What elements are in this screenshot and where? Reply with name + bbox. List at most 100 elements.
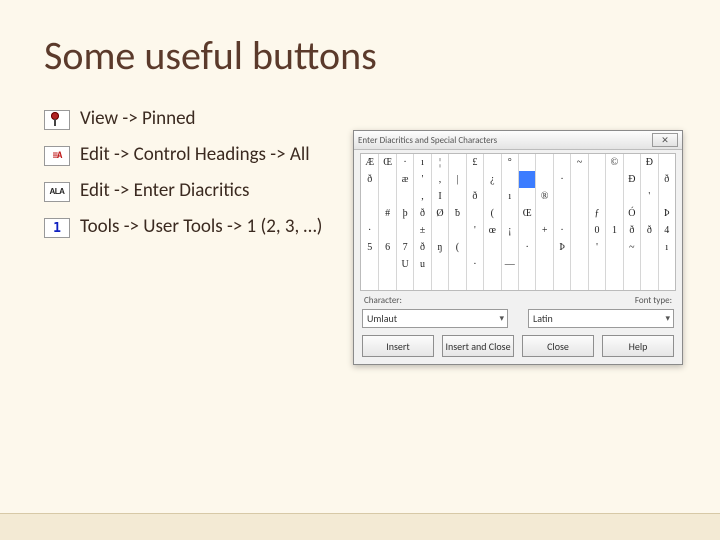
grid-cell[interactable]: ± [413,222,430,239]
grid-cell[interactable] [570,188,587,205]
grid-cell[interactable] [518,222,535,239]
grid-cell[interactable] [448,188,465,205]
grid-cell[interactable]: # [378,205,395,222]
grid-cell[interactable]: © [605,154,622,171]
grid-cell[interactable]: ƀ [448,205,465,222]
grid-cell[interactable] [570,256,587,273]
grid-cell[interactable]: ~ [623,239,640,256]
grid-cell[interactable] [361,205,378,222]
grid-cell[interactable]: ' [413,171,430,188]
grid-cell[interactable] [658,273,675,290]
grid-cell[interactable] [588,256,605,273]
grid-cell[interactable]: ¿ [483,171,500,188]
grid-cell[interactable]: Đ [640,154,657,171]
grid-cell[interactable] [501,171,518,188]
grid-cell[interactable]: ŋ [431,239,448,256]
grid-cell[interactable] [535,256,552,273]
grid-cell[interactable]: ð [361,171,378,188]
grid-cell[interactable] [466,171,483,188]
grid-cell[interactable]: 0 [588,222,605,239]
grid-cell[interactable]: , [413,188,430,205]
grid-cell[interactable] [501,239,518,256]
grid-cell[interactable]: ® [535,188,552,205]
grid-cell[interactable]: — [501,256,518,273]
grid-cell[interactable]: Ó [623,205,640,222]
grid-cell[interactable] [378,273,395,290]
grid-cell[interactable]: œ [483,222,500,239]
grid-cell[interactable] [570,205,587,222]
grid-cell[interactable]: Œ [378,154,395,171]
grid-cell[interactable] [553,188,570,205]
grid-cell[interactable] [518,188,535,205]
grid-cell[interactable] [605,273,622,290]
grid-cell[interactable] [553,154,570,171]
grid-cell[interactable]: ı [413,154,430,171]
grid-cell[interactable] [501,273,518,290]
grid-cell[interactable] [466,273,483,290]
grid-cell[interactable] [605,171,622,188]
grid-cell[interactable]: ð [658,171,675,188]
grid-cell[interactable] [658,256,675,273]
grid-cell[interactable]: £ [466,154,483,171]
grid-cell[interactable] [605,239,622,256]
grid-cell[interactable] [623,154,640,171]
grid-cell[interactable] [378,188,395,205]
grid-cell[interactable] [361,256,378,273]
grid-cell[interactable]: ' [588,239,605,256]
font-type-dropdown[interactable]: Latin [528,309,674,328]
grid-cell[interactable] [448,154,465,171]
grid-cell[interactable]: ð [413,239,430,256]
grid-cell[interactable] [605,256,622,273]
grid-cell[interactable]: ð [640,222,657,239]
grid-cell[interactable]: · [553,222,570,239]
grid-cell[interactable] [535,154,552,171]
grid-cell[interactable] [640,205,657,222]
grid-cell[interactable]: · [466,256,483,273]
grid-cell[interactable] [553,273,570,290]
grid-cell[interactable] [570,273,587,290]
grid-cell[interactable]: U [396,256,413,273]
grid-cell[interactable] [570,171,587,188]
grid-cell[interactable]: Đ [623,171,640,188]
grid-cell[interactable]: 4 [658,222,675,239]
grid-cell[interactable] [623,256,640,273]
grid-cell[interactable] [361,188,378,205]
grid-cell[interactable]: u [413,256,430,273]
grid-cell[interactable]: ' [466,222,483,239]
grid-cell[interactable] [553,205,570,222]
close-icon[interactable]: ✕ [652,133,678,147]
grid-cell[interactable]: þ [396,205,413,222]
grid-cell[interactable]: æ [396,171,413,188]
grid-cell[interactable]: 5 [361,239,378,256]
grid-cell[interactable] [623,188,640,205]
grid-cell[interactable]: , [431,171,448,188]
character-grid[interactable]: ÆŒ·ı¦£°~©Đðæ',|¿·Đð,Iðı®'#þðØƀ(ŒƒÓÞ·±'œ¡… [360,153,676,291]
grid-cell[interactable]: Ø [431,205,448,222]
grid-cell[interactable] [570,239,587,256]
grid-cell[interactable] [570,222,587,239]
grid-cell[interactable] [535,273,552,290]
grid-cell[interactable] [483,256,500,273]
grid-cell[interactable] [448,222,465,239]
grid-cell[interactable] [588,154,605,171]
grid-cell[interactable] [640,273,657,290]
grid-cell[interactable] [483,273,500,290]
grid-cell[interactable] [640,239,657,256]
grid-cell[interactable] [605,205,622,222]
grid-cell[interactable] [361,273,378,290]
grid-cell[interactable] [431,273,448,290]
grid-cell[interactable] [553,256,570,273]
grid-cell[interactable]: 7 [396,239,413,256]
grid-cell[interactable]: Þ [658,205,675,222]
grid-cell[interactable]: ı [658,239,675,256]
grid-cell[interactable]: Œ [518,205,535,222]
grid-cell[interactable]: ı [501,188,518,205]
grid-cell[interactable] [588,273,605,290]
grid-cell[interactable] [623,273,640,290]
grid-cell[interactable] [501,205,518,222]
grid-cell[interactable]: ~ [570,154,587,171]
grid-cell[interactable]: + [535,222,552,239]
grid-cell[interactable] [605,188,622,205]
grid-cell[interactable] [483,239,500,256]
grid-cell[interactable] [518,256,535,273]
